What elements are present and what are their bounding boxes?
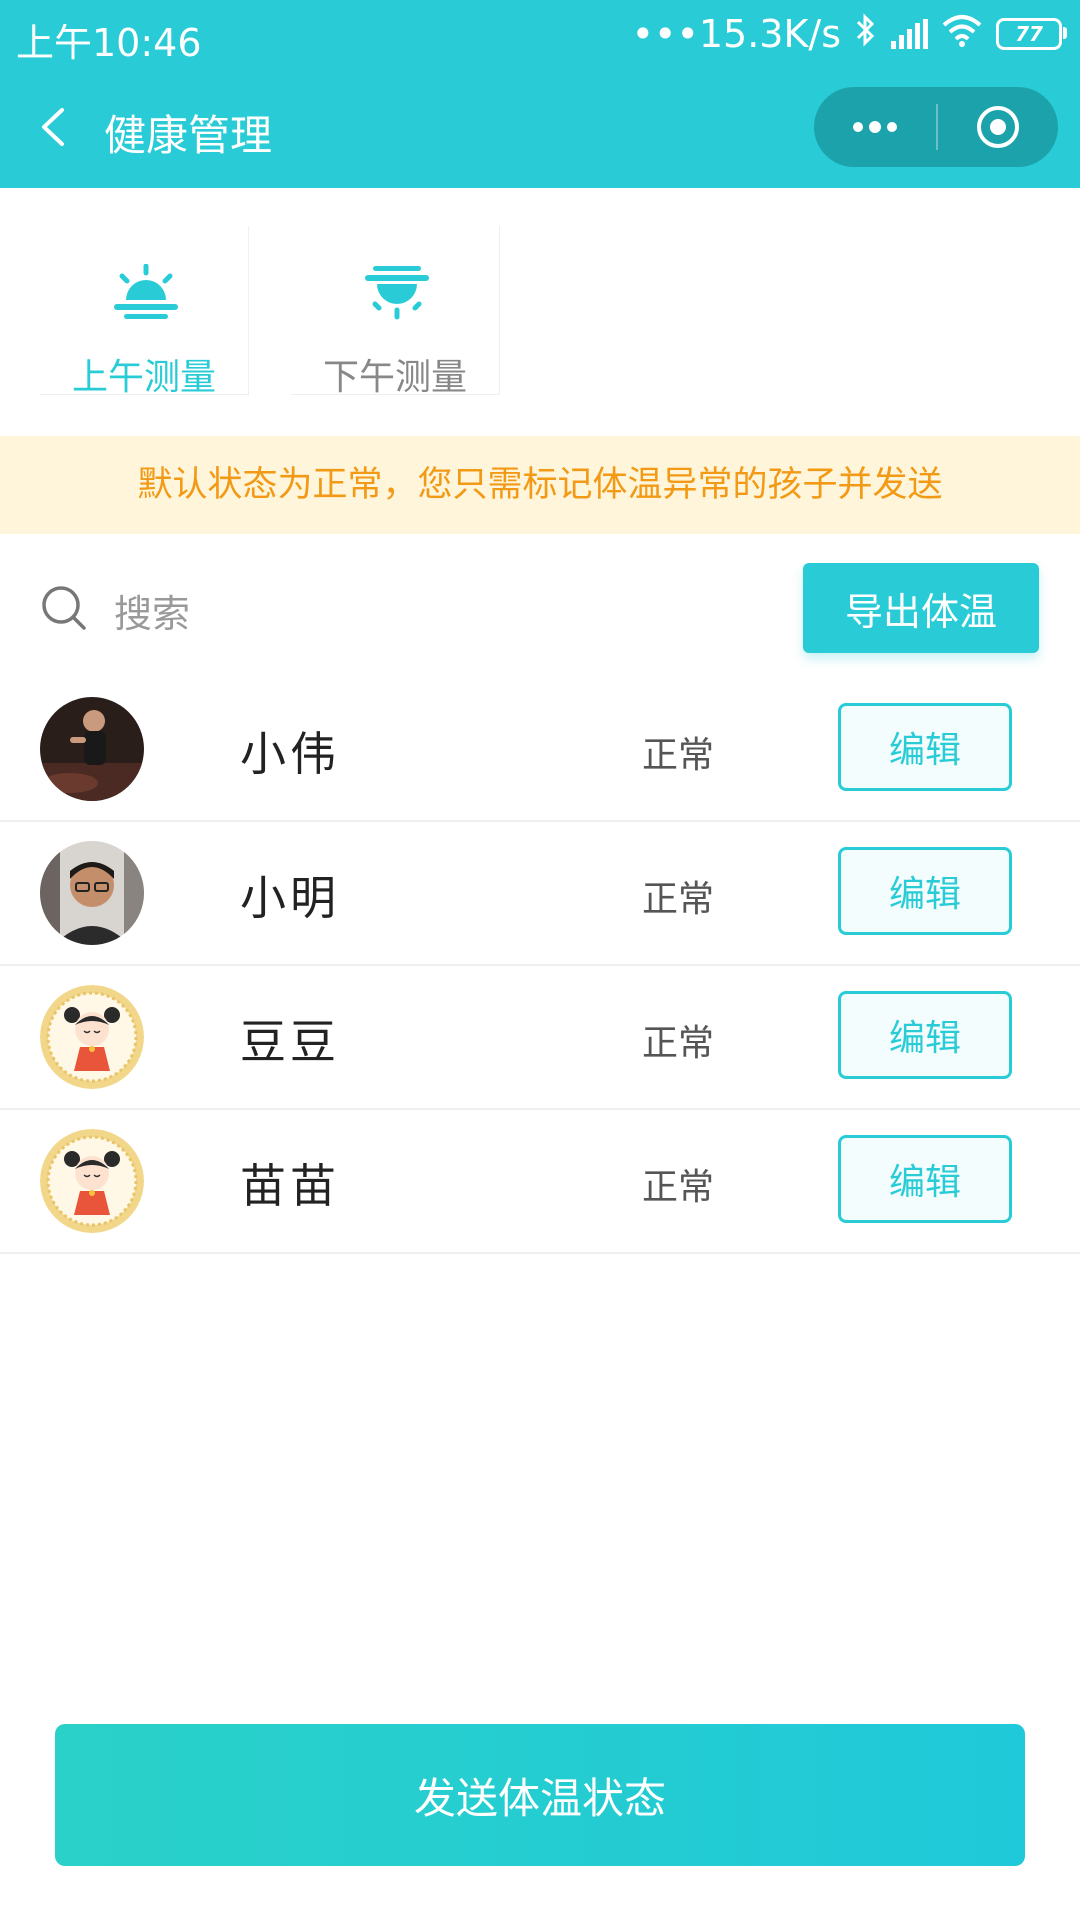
- child-name: 苗苗: [240, 1159, 340, 1213]
- send-temperature-status-button[interactable]: 发送体温状态: [55, 1724, 1025, 1866]
- list-item: 苗苗 正常 编辑: [0, 1110, 1080, 1254]
- list-item: 豆豆 正常 编辑: [0, 966, 1080, 1110]
- signal-icon: [891, 19, 928, 49]
- tab-afternoon-label: 下午测量: [322, 357, 467, 398]
- search-bar[interactable]: 搜索: [40, 575, 190, 645]
- search-input[interactable]: 搜索: [114, 583, 190, 638]
- tab-morning-label: 上午测量: [71, 357, 216, 398]
- edit-button[interactable]: 编辑: [838, 1135, 1012, 1223]
- status-text: 正常: [642, 1167, 715, 1208]
- close-target-icon[interactable]: [938, 87, 1058, 167]
- wifi-icon: [942, 12, 982, 56]
- search-icon: [40, 584, 88, 636]
- battery-icon: 77: [996, 18, 1067, 50]
- notice-banner: 默认状态为正常，您只需标记体温异常的孩子并发送: [0, 436, 1080, 534]
- avatar: [40, 1129, 144, 1233]
- page-title: 健康管理: [104, 111, 273, 160]
- child-list: 小伟 正常 编辑 小明 正常 编辑 豆豆 正常 编辑 苗苗 正常 编辑: [0, 678, 1080, 1254]
- status-text: 正常: [642, 1023, 715, 1064]
- edit-button[interactable]: 编辑: [838, 703, 1012, 791]
- status-right: •••15.3K/s 77: [631, 12, 1067, 56]
- tab-afternoon[interactable]: 下午测量: [291, 226, 500, 398]
- sunset-icon: [361, 264, 433, 320]
- more-icon[interactable]: [814, 87, 936, 167]
- network-speed: •••15.3K/s: [631, 12, 841, 56]
- child-name: 小伟: [240, 727, 340, 781]
- list-item: 小伟 正常 编辑: [0, 678, 1080, 822]
- edit-button[interactable]: 编辑: [838, 991, 1012, 1079]
- sunrise-icon: [110, 263, 182, 320]
- child-name: 豆豆: [240, 1015, 340, 1069]
- export-temperature-button[interactable]: 导出体温: [803, 563, 1039, 653]
- tab-morning[interactable]: 上午测量: [40, 226, 249, 398]
- status-time: 上午10:46: [16, 21, 202, 65]
- avatar: [40, 841, 144, 945]
- bluetooth-icon: [855, 12, 877, 56]
- back-icon[interactable]: [30, 102, 80, 152]
- status-text: 正常: [642, 735, 715, 776]
- mini-program-capsule: [814, 87, 1058, 167]
- measurement-tabs: 上午测量 下午测量: [40, 226, 542, 398]
- nav-bar: 健康管理: [0, 70, 1080, 188]
- status-text: 正常: [642, 879, 715, 920]
- child-name: 小明: [240, 871, 340, 925]
- avatar: [40, 697, 144, 801]
- edit-button[interactable]: 编辑: [838, 847, 1012, 935]
- list-item: 小明 正常 编辑: [0, 822, 1080, 966]
- status-bar: 上午10:46 •••15.3K/s 77: [0, 0, 1080, 70]
- avatar: [40, 985, 144, 1089]
